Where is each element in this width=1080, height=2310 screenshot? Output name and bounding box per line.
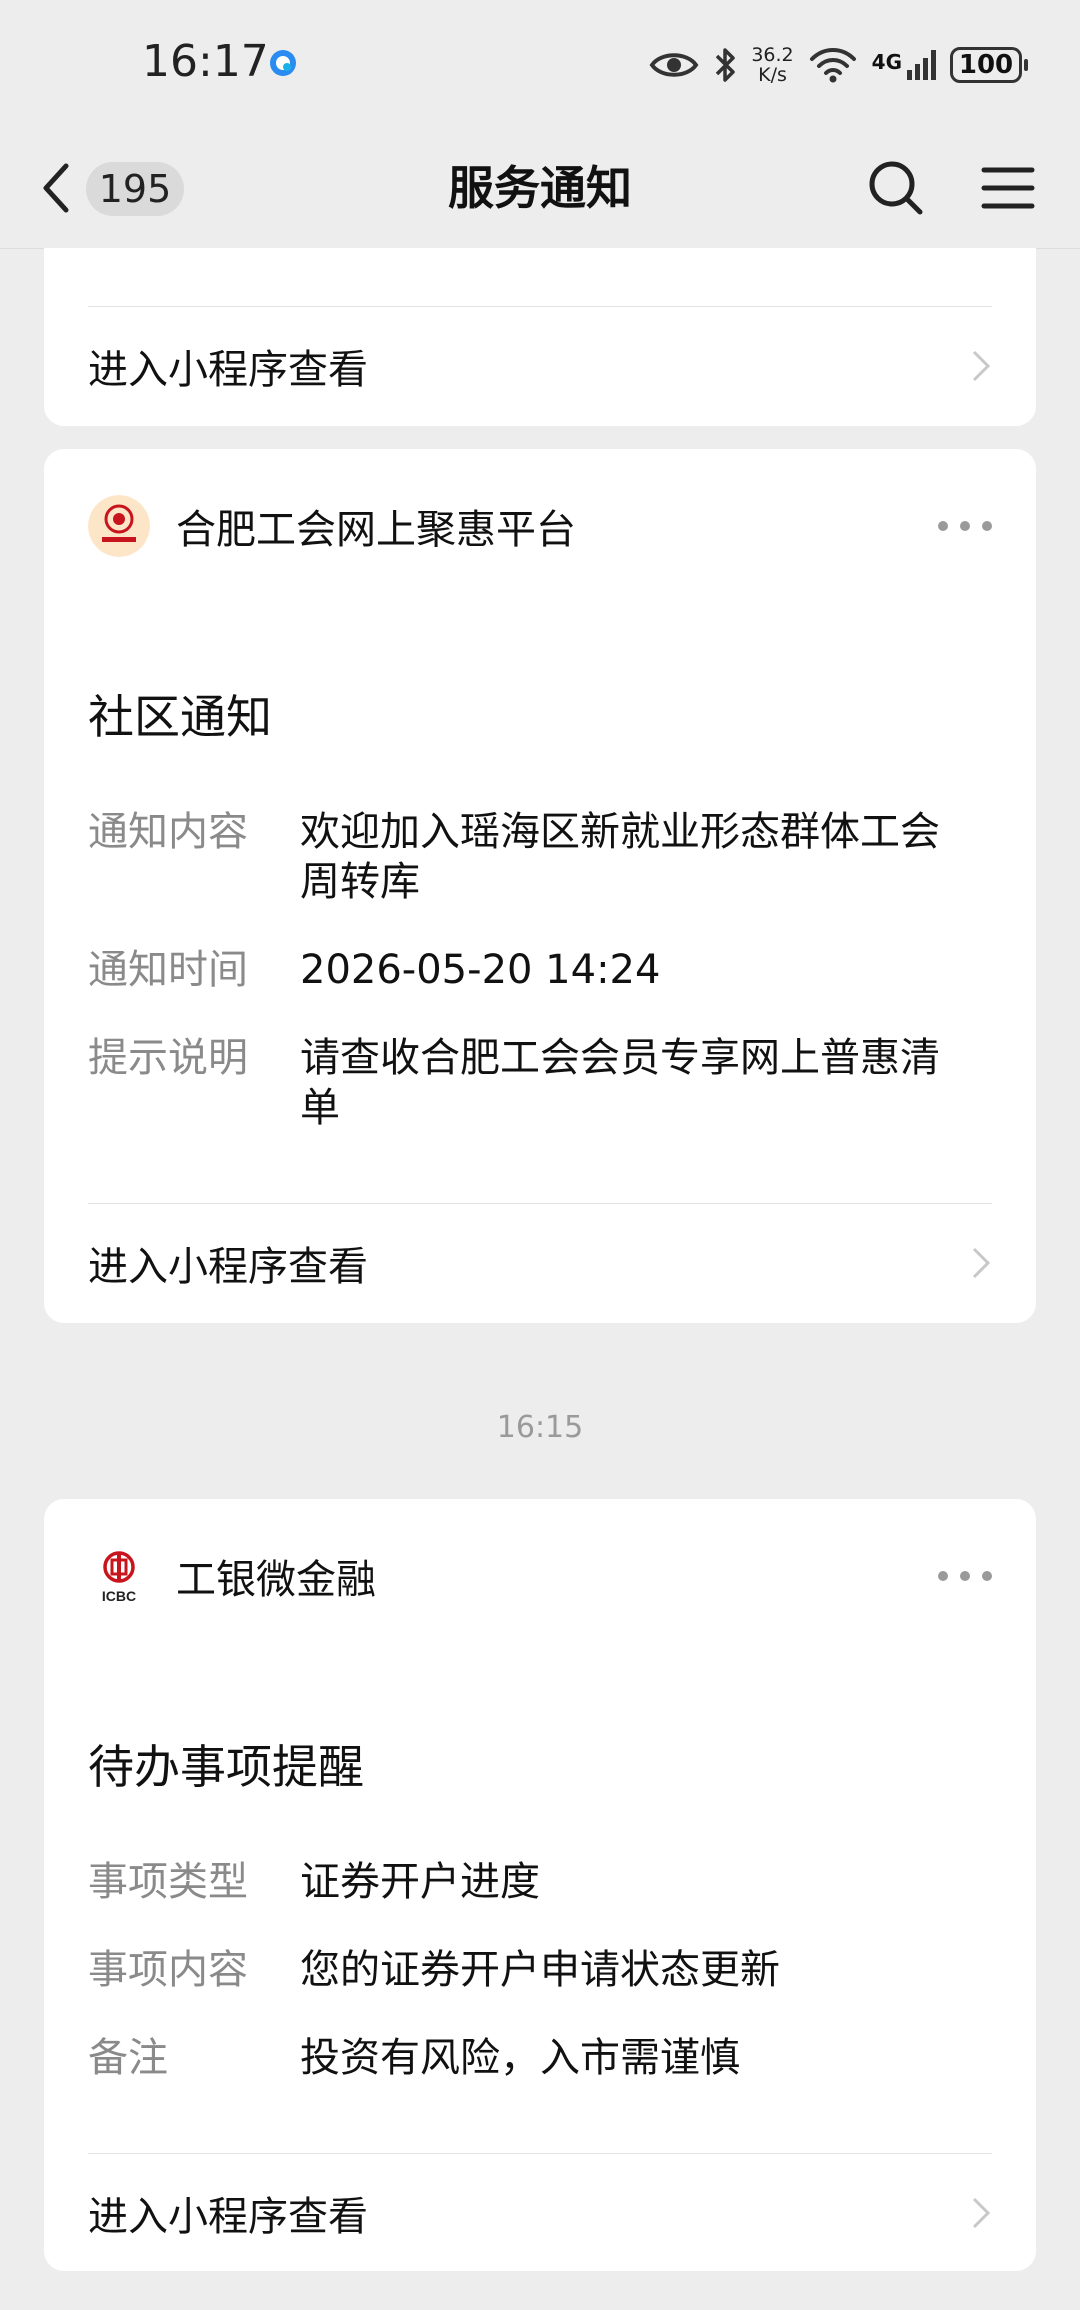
detail-row: 事项类型 证券开户进度 bbox=[88, 1857, 992, 1907]
detail-value: 证券开户进度 bbox=[300, 1859, 540, 1905]
notification-card: 合肥工会网上聚惠平台 社区通知 通知内容 欢迎加入瑶海区新就业形态群体工会 周转… bbox=[44, 449, 1036, 1323]
detail-key: 提示说明 bbox=[88, 1035, 248, 1081]
open-miniprogram-link[interactable]: 进入小程序查看 bbox=[88, 2153, 992, 2272]
chevron-right-icon bbox=[972, 1247, 991, 1279]
status-bar: 16:17 36.2 K/s 4G 100 bbox=[0, 0, 1080, 130]
nav-bar: 195 服务通知 bbox=[0, 130, 1080, 249]
detail-row: 事项内容 您的证券开户申请状态更新 bbox=[88, 1945, 992, 1995]
svg-text:ICBC: ICBC bbox=[102, 1588, 136, 1604]
open-miniprogram-link[interactable]: 进入小程序查看 bbox=[88, 1203, 992, 1322]
detail-key: 通知时间 bbox=[88, 947, 248, 993]
app-notification-icon bbox=[270, 50, 296, 76]
detail-key: 事项类型 bbox=[88, 1859, 248, 1905]
card-header: 合肥工会网上聚惠平台 bbox=[88, 491, 992, 561]
more-icon[interactable] bbox=[938, 516, 992, 536]
link-label: 进入小程序查看 bbox=[88, 347, 368, 393]
search-icon[interactable] bbox=[866, 158, 926, 218]
status-time: 16:17 bbox=[142, 36, 269, 87]
signal-icon: 4G bbox=[872, 50, 936, 80]
detail-value: 欢迎加入瑶海区新就业形态群体工会 周转库 bbox=[300, 809, 940, 905]
unread-count-badge[interactable]: 195 bbox=[86, 162, 184, 216]
detail-row: 通知时间 2026-05-20 14:24 bbox=[88, 945, 992, 995]
eye-icon bbox=[649, 53, 699, 77]
notification-card: 进入小程序查看 bbox=[44, 248, 1036, 426]
link-label: 进入小程序查看 bbox=[88, 2194, 368, 2240]
message-timestamp: 16:15 bbox=[496, 1410, 584, 1445]
menu-icon[interactable] bbox=[978, 158, 1038, 218]
source-name: 工银微金融 bbox=[176, 1557, 376, 1603]
chevron-right-icon bbox=[972, 2197, 991, 2229]
hefei-union-logo[interactable] bbox=[88, 495, 150, 557]
detail-row: 通知内容 欢迎加入瑶海区新就业形态群体工会 周转库 bbox=[88, 807, 992, 907]
more-icon[interactable] bbox=[938, 1566, 992, 1586]
bluetooth-icon bbox=[716, 48, 736, 82]
detail-row: 备注 投资有风险，入市需谨慎 bbox=[88, 2033, 992, 2083]
detail-value: 2026-05-20 14:24 bbox=[300, 947, 661, 993]
back-icon[interactable] bbox=[38, 156, 78, 220]
wifi-icon bbox=[809, 48, 856, 83]
detail-key: 备注 bbox=[88, 2035, 168, 2081]
detail-key: 通知内容 bbox=[88, 809, 248, 855]
card-header: ICBC 工银微金融 bbox=[88, 1541, 992, 1611]
battery-icon: 100 bbox=[950, 47, 1028, 83]
notification-card: ICBC 工银微金融 待办事项提醒 事项类型 证券开户进度 事项内容 您的证券开… bbox=[44, 1499, 1036, 2271]
detail-key: 事项内容 bbox=[88, 1947, 248, 1993]
detail-value: 投资有风险，入市需谨慎 bbox=[300, 2035, 740, 2081]
net-speed: 36.2 K/s bbox=[751, 44, 794, 86]
detail-value: 您的证券开户申请状态更新 bbox=[300, 1947, 780, 1993]
link-label: 进入小程序查看 bbox=[88, 1244, 368, 1290]
detail-row: 提示说明 请查收合肥工会会员专享网上普惠清 单 bbox=[88, 1033, 992, 1133]
card-title: 社区通知 bbox=[88, 690, 272, 744]
open-miniprogram-link[interactable]: 进入小程序查看 bbox=[88, 306, 992, 425]
chevron-right-icon bbox=[972, 350, 991, 382]
source-name: 合肥工会网上聚惠平台 bbox=[176, 507, 576, 553]
icbc-logo[interactable]: ICBC bbox=[88, 1545, 150, 1607]
detail-value: 请查收合肥工会会员专享网上普惠清 单 bbox=[300, 1035, 940, 1131]
card-title: 待办事项提醒 bbox=[88, 1740, 364, 1794]
status-icons: 36.2 K/s 4G 100 bbox=[649, 40, 1028, 90]
